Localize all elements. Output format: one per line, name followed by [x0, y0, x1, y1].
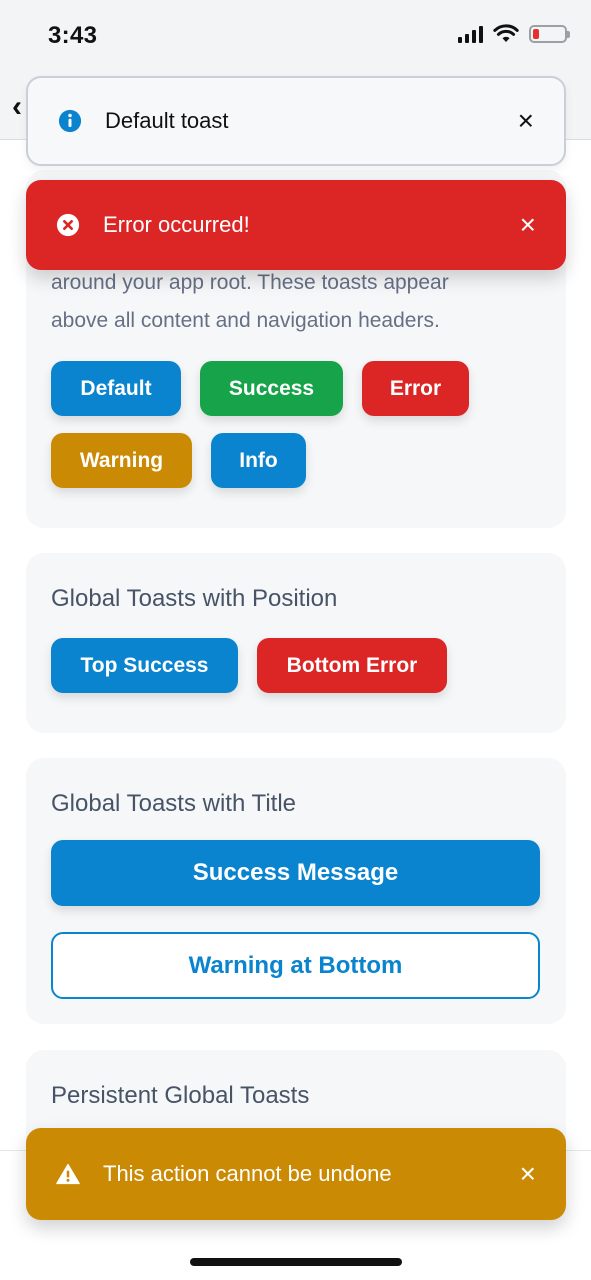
status-time: 3:43: [48, 22, 98, 49]
toast-message: Default toast: [105, 108, 229, 133]
cellular-signal-icon: [458, 25, 483, 43]
close-icon[interactable]: ×: [520, 1160, 536, 1188]
error-toast[interactable]: Error occurred! ×: [26, 180, 566, 270]
close-icon[interactable]: ×: [520, 211, 536, 239]
info-icon: [58, 109, 82, 133]
chevron-left-icon[interactable]: ‹: [12, 90, 22, 124]
default-toast[interactable]: Default toast ×: [26, 76, 566, 166]
default-toast-button[interactable]: Default: [51, 361, 181, 416]
toast-message: This action cannot be undone: [103, 1161, 392, 1186]
position-toasts-card: Global Toasts with Position Top Success …: [26, 553, 566, 733]
section-title-persistent: Persistent Global Toasts: [51, 1082, 310, 1109]
warning-toast[interactable]: This action cannot be undone ×: [26, 1128, 566, 1220]
scroll-content[interactable]: around your app root. These toasts appea…: [0, 140, 591, 1250]
status-bar: 3:43: [0, 0, 591, 72]
error-circle-icon: [56, 213, 80, 237]
app-screen: 3:43 ‹ around your app root. These toast…: [0, 0, 591, 1280]
success-message-button[interactable]: Success Message: [51, 840, 540, 906]
info-toast-button[interactable]: Info: [211, 433, 306, 488]
top-success-button[interactable]: Top Success: [51, 638, 238, 693]
status-icons: [458, 24, 570, 44]
wifi-icon: [493, 24, 519, 42]
battery-icon: [529, 25, 570, 43]
home-indicator[interactable]: [189, 1258, 402, 1266]
section-title-with-title: Global Toasts with Title: [51, 790, 297, 817]
description-line-2: above all content and navigation headers…: [51, 309, 440, 332]
warning-triangle-icon: [56, 1162, 80, 1186]
error-toast-button[interactable]: Error: [362, 361, 469, 416]
close-icon[interactable]: ×: [518, 107, 534, 135]
bottom-error-button[interactable]: Bottom Error: [257, 638, 447, 693]
title-toasts-card: Global Toasts with Title Success Message…: [26, 758, 566, 1024]
warning-toast-button[interactable]: Warning: [51, 433, 192, 488]
section-title-position: Global Toasts with Position: [51, 585, 338, 612]
warning-at-bottom-button[interactable]: Warning at Bottom: [51, 932, 540, 999]
toast-message: Error occurred!: [103, 212, 250, 237]
success-toast-button[interactable]: Success: [200, 361, 343, 416]
